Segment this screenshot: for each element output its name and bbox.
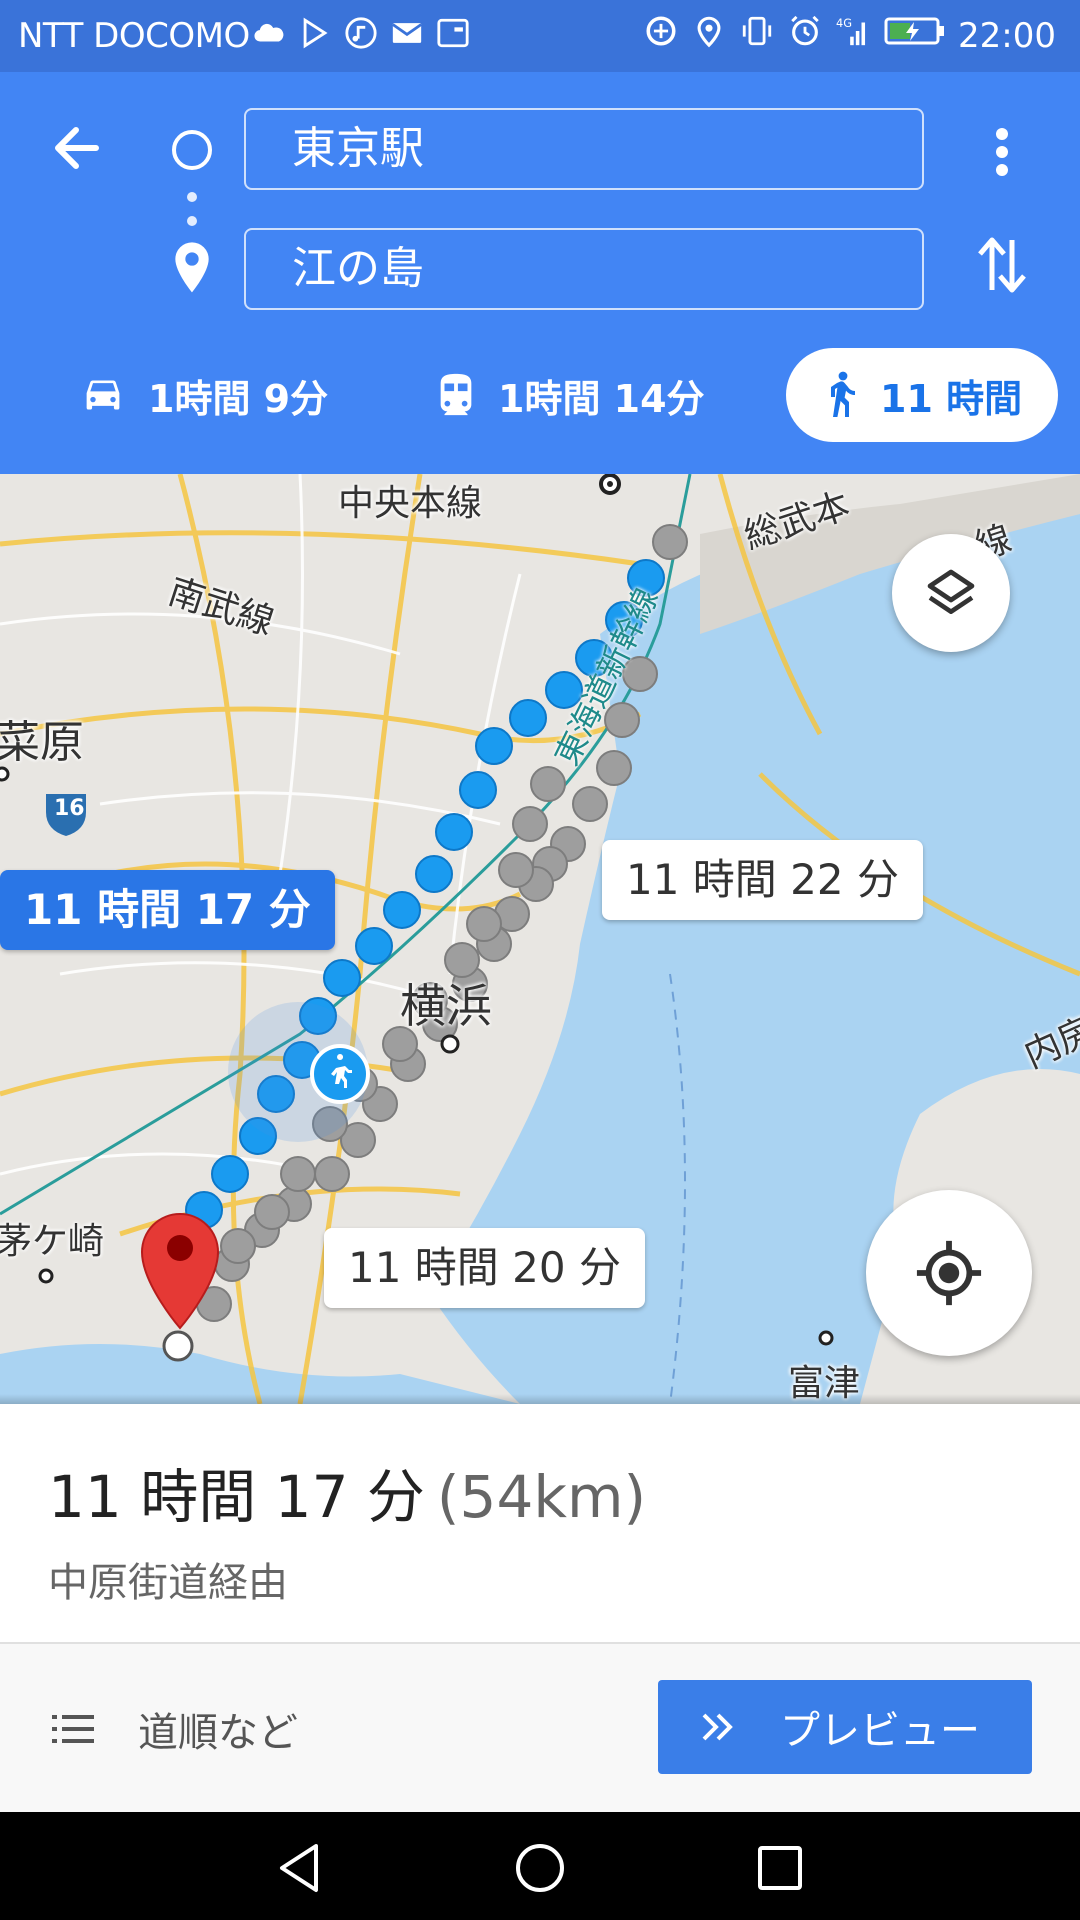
status-bar: NTT DOCOMO 4G 22:00 [0, 0, 1080, 72]
origin-field[interactable]: 東京駅 [244, 108, 924, 190]
walk-icon [831, 371, 855, 417]
mode-car-label: 1時間 9分 [148, 376, 329, 421]
nav-home-icon[interactable] [512, 1840, 568, 1896]
mail-icon [392, 23, 422, 43]
route-pill-alt-2[interactable]: 11 時間 20 分 [324, 1228, 645, 1308]
mode-transit-label: 1時間 14分 [498, 376, 705, 421]
layers-button[interactable] [892, 534, 1010, 652]
swap-direction-icon[interactable] [972, 232, 1032, 298]
crosshair-icon [916, 1240, 982, 1306]
map-view[interactable]: 中央本線 総武本 線 南武線 菜原 16 横浜 茅ケ崎 富津 内房 東海道新幹線… [0, 474, 1080, 1404]
route-summary[interactable]: 11 時間 17 分 (54km) 中原街道経由 [0, 1404, 1080, 1642]
music-icon [345, 17, 377, 49]
cloud-icon [254, 23, 284, 42]
notification-icons [252, 16, 470, 50]
battery-charging-icon [884, 17, 944, 45]
route-connector-dots [187, 192, 197, 240]
nav-back-icon[interactable] [272, 1840, 328, 1896]
route-duration: 11 時間 17 分 (54km) [48, 1450, 646, 1534]
origin-circle-icon [172, 130, 212, 170]
my-location-button[interactable] [866, 1190, 1032, 1356]
clock: 22:00 [958, 16, 1056, 56]
play-store-icon [303, 17, 328, 49]
mode-transit[interactable]: 1時間 14分 [436, 348, 705, 442]
more-options-icon[interactable] [980, 124, 1024, 180]
system-icons: 4G [644, 14, 946, 48]
nav-recents-icon[interactable] [752, 1840, 808, 1896]
directions-header: 東京駅 江の島 1時間 9分 1時間 14分 11 時間 [0, 72, 1080, 474]
double-chevron-icon [702, 1713, 733, 1741]
preview-label: プレビュー [780, 1708, 980, 1754]
layers-icon [927, 569, 975, 614]
svg-text:4G: 4G [836, 16, 852, 30]
map-label-yokohama: 横浜 [400, 979, 492, 1033]
data-saver-icon [646, 16, 676, 46]
mode-car[interactable]: 1時間 9分 [80, 348, 328, 442]
system-nav-bar [0, 1812, 1080, 1920]
route-16-shield-label: 16 [54, 796, 85, 821]
mode-walk-label: 11 時間 [880, 376, 1023, 421]
destination-pin-icon [175, 242, 209, 293]
maps-icon [437, 18, 469, 48]
train-icon [440, 373, 472, 416]
vibrate-icon [742, 16, 772, 46]
car-icon [86, 380, 120, 410]
route-pill-alt-1[interactable]: 11 時間 22 分 [602, 840, 923, 920]
map-bottom-shadow [0, 1394, 1080, 1404]
alarm-icon [791, 15, 819, 46]
duration-text: 11 時間 17 分 [48, 1463, 425, 1531]
preview-button[interactable]: プレビュー [658, 1680, 1032, 1774]
back-arrow-icon[interactable] [46, 116, 110, 180]
map-label-chuo-line: 中央本線 [338, 483, 483, 524]
destination-field[interactable]: 江の島 [244, 228, 924, 310]
list-icon [52, 1715, 94, 1743]
carrier-name: NTT DOCOMO [18, 16, 250, 56]
map-label-hara: 菜原 [0, 717, 84, 768]
signal-4g-icon: 4G [836, 16, 866, 46]
steps-button[interactable]: 道順など [52, 1700, 298, 1758]
action-bar: 道順など プレビュー [0, 1644, 1080, 1812]
steps-label: 道順など [138, 1710, 298, 1756]
distance-text: (54km) [436, 1463, 647, 1531]
location-icon [697, 16, 721, 48]
route-pill-selected[interactable]: 11 時間 17 分 [0, 870, 335, 950]
map-label-chigasaki: 茅ケ崎 [0, 1221, 105, 1262]
mode-walk[interactable]: 11 時間 [786, 348, 1058, 442]
route-via: 中原街道経由 [48, 1560, 288, 1606]
